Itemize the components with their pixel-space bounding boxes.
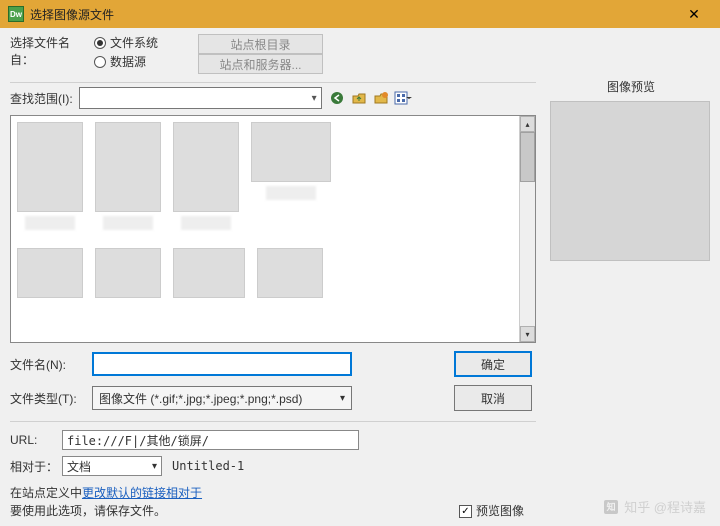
radio-datasource[interactable]: 数据源 bbox=[94, 53, 158, 70]
relative-value: 文档 bbox=[67, 458, 91, 475]
window-title: 选择图像源文件 bbox=[30, 6, 114, 23]
preview-checkbox-label: 预览图像 bbox=[476, 502, 524, 520]
thumbnail-item[interactable] bbox=[17, 122, 83, 230]
radio-label-datasource: 数据源 bbox=[110, 53, 146, 70]
filename-label: 文件名(N): bbox=[10, 356, 84, 373]
change-default-link[interactable]: 更改默认的链接相对于 bbox=[82, 486, 202, 500]
chevron-down-icon: ▾ bbox=[152, 461, 157, 472]
ok-button[interactable]: 确定 bbox=[454, 351, 532, 377]
filename-input[interactable] bbox=[92, 352, 352, 376]
relative-dropdown[interactable]: 文档 ▾ bbox=[62, 456, 162, 476]
back-icon[interactable] bbox=[328, 89, 346, 107]
thumbnail-item[interactable] bbox=[95, 122, 161, 230]
filetype-value: 图像文件 (*.gif;*.jpg;*.jpeg;*.png;*.psd) bbox=[99, 390, 302, 407]
scroll-up-icon[interactable]: ▴ bbox=[520, 116, 535, 132]
lookin-dropdown[interactable]: ▾ bbox=[79, 87, 322, 109]
site-root-button[interactable]: 站点根目录 bbox=[198, 34, 323, 54]
url-input[interactable]: file:///F|/其他/锁屏/ bbox=[62, 430, 359, 450]
file-browser[interactable]: ▴ ▾ bbox=[10, 115, 536, 343]
select-from-label: 选择文件名自： bbox=[10, 34, 90, 68]
filetype-label: 文件类型(T): bbox=[10, 390, 84, 407]
cancel-button[interactable]: 取消 bbox=[454, 385, 532, 411]
close-button[interactable]: ✕ bbox=[676, 0, 712, 28]
lookin-label: 查找范围(I): bbox=[10, 90, 73, 107]
chevron-down-icon: ▾ bbox=[340, 393, 345, 404]
relative-label: 相对于： bbox=[10, 458, 58, 475]
thumbnail-item[interactable] bbox=[173, 122, 239, 230]
divider bbox=[10, 421, 536, 422]
radio-label-filesystem: 文件系统 bbox=[110, 34, 158, 51]
site-server-button[interactable]: 站点和服务器... bbox=[198, 54, 323, 74]
preview-image-checkbox[interactable]: 预览图像 bbox=[459, 502, 524, 520]
thumbnail-item[interactable] bbox=[251, 122, 331, 230]
preview-title: 图像预览 bbox=[550, 78, 712, 95]
url-label: URL: bbox=[10, 433, 58, 447]
scroll-down-icon[interactable]: ▾ bbox=[520, 326, 535, 342]
info-text: 在站点定义中更改默认的链接相对于 要使用此选项，请保存文件。 预览图像 bbox=[10, 484, 536, 520]
divider bbox=[10, 82, 536, 83]
thumbnail-item[interactable] bbox=[17, 248, 83, 298]
dreamweaver-icon: Dw bbox=[8, 6, 24, 22]
document-name: Untitled-1 bbox=[172, 459, 244, 473]
radio-icon bbox=[94, 37, 106, 49]
checkbox-icon bbox=[459, 505, 472, 518]
scrollbar[interactable]: ▴ ▾ bbox=[519, 116, 535, 342]
up-folder-icon[interactable] bbox=[350, 89, 368, 107]
thumbnail-item[interactable] bbox=[173, 248, 245, 298]
scroll-thumb[interactable] bbox=[520, 132, 535, 182]
view-menu-icon[interactable] bbox=[394, 89, 412, 107]
new-folder-icon[interactable] bbox=[372, 89, 390, 107]
filetype-dropdown[interactable]: 图像文件 (*.gif;*.jpg;*.jpeg;*.png;*.psd) ▾ bbox=[92, 386, 352, 410]
image-preview-box bbox=[550, 101, 710, 261]
chevron-down-icon: ▾ bbox=[312, 93, 317, 104]
radio-filesystem[interactable]: 文件系统 bbox=[94, 34, 158, 51]
radio-icon bbox=[94, 56, 106, 68]
thumbnail-item[interactable] bbox=[257, 248, 323, 298]
titlebar: Dw 选择图像源文件 ✕ bbox=[0, 0, 720, 28]
thumbnail-item[interactable] bbox=[95, 248, 161, 298]
